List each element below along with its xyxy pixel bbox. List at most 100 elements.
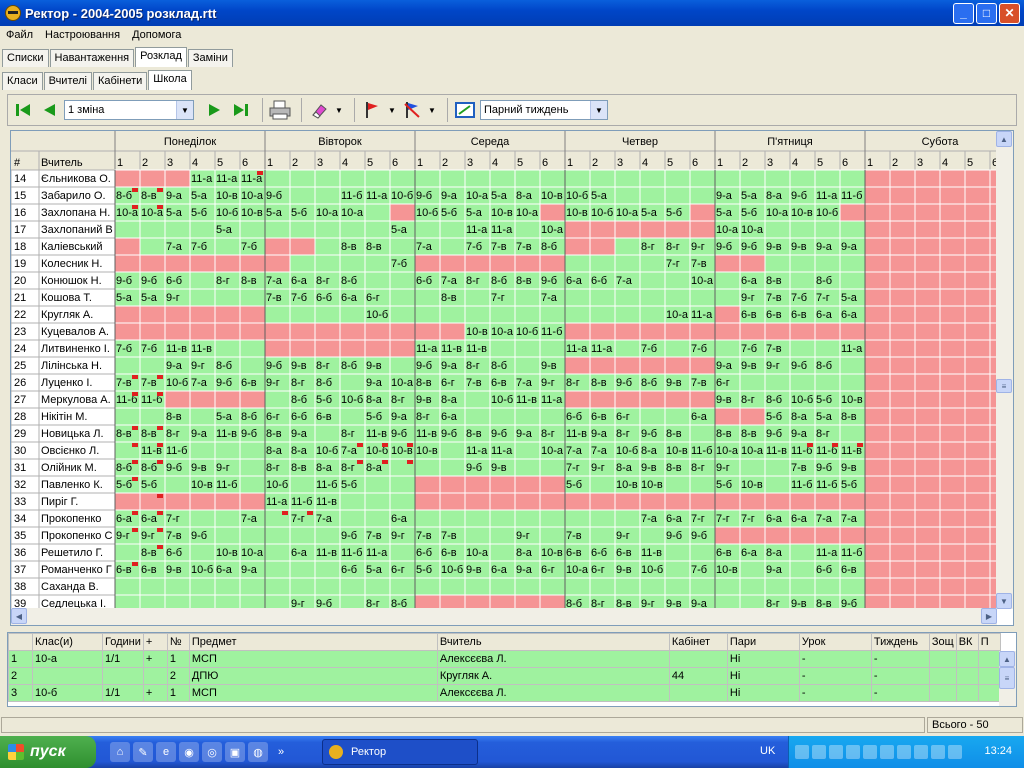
schedule-cell[interactable]: [714, 322, 741, 341]
schedule-cell[interactable]: [939, 441, 966, 460]
close-button[interactable]: ✕: [999, 2, 1020, 24]
taskbar-task-rektor[interactable]: Ректор: [322, 739, 478, 765]
schedule-cell[interactable]: [514, 458, 541, 477]
schedule-cell[interactable]: [264, 237, 291, 256]
schedule-cell[interactable]: [364, 492, 391, 511]
schedule-cell[interactable]: [139, 407, 166, 426]
schedule-cell[interactable]: [189, 288, 216, 307]
quicklaunch-media-icon[interactable]: ◉: [179, 742, 199, 762]
schedule-cell[interactable]: [339, 305, 366, 324]
schedule-cell[interactable]: [189, 305, 216, 324]
schedule-cell[interactable]: [839, 356, 866, 375]
schedule-cell[interactable]: [839, 169, 866, 188]
schedule-cell[interactable]: [864, 322, 891, 341]
schedule-cell[interactable]: [114, 322, 141, 341]
schedule-cell[interactable]: [739, 322, 766, 341]
schedule-cell[interactable]: [889, 322, 916, 341]
schedule-cell[interactable]: [964, 560, 991, 579]
schedule-cell[interactable]: [889, 441, 916, 460]
schedule-cell[interactable]: [539, 475, 566, 494]
schedule-cell[interactable]: [264, 390, 291, 409]
col-header-week[interactable]: Тиждень: [870, 633, 930, 651]
schedule-cell[interactable]: [239, 220, 266, 239]
menu-help[interactable]: Допомога: [126, 29, 187, 41]
schedule-cell[interactable]: [139, 169, 166, 188]
schedule-cell[interactable]: [339, 492, 366, 511]
schedule-cell[interactable]: [689, 186, 716, 205]
schedule-cell[interactable]: [889, 271, 916, 290]
col-header-lesson[interactable]: Урок: [798, 633, 872, 651]
schedule-cell[interactable]: [939, 322, 966, 341]
schedule-cell[interactable]: [914, 254, 941, 273]
schedule-cell[interactable]: [289, 560, 316, 579]
schedule-cell[interactable]: [139, 577, 166, 596]
schedule-cell[interactable]: [914, 390, 941, 409]
schedule-cell[interactable]: [864, 305, 891, 324]
schedule-cell[interactable]: [539, 492, 566, 511]
schedule-cell[interactable]: [189, 390, 216, 409]
schedule-cell[interactable]: [614, 390, 641, 409]
schedule-cell[interactable]: [364, 322, 391, 341]
table-cell[interactable]: [928, 684, 957, 702]
schedule-cell[interactable]: [564, 237, 591, 256]
schedule-cell[interactable]: [114, 356, 141, 375]
schedule-cell[interactable]: [689, 475, 716, 494]
schedule-cell[interactable]: [764, 577, 791, 596]
schedule-cell[interactable]: [264, 322, 291, 341]
schedule-cell[interactable]: [639, 577, 666, 596]
schedule-cell[interactable]: [364, 339, 391, 358]
tray-network-icon[interactable]: [812, 745, 826, 759]
schedule-cell[interactable]: [589, 356, 616, 375]
schedule-cell[interactable]: [214, 322, 241, 341]
schedule-cell[interactable]: [164, 254, 191, 273]
schedule-cell[interactable]: [739, 373, 766, 392]
schedule-cell[interactable]: [589, 254, 616, 273]
tray-disk-icon[interactable]: [829, 745, 843, 759]
schedule-cell[interactable]: [564, 356, 591, 375]
schedule-cell[interactable]: [239, 305, 266, 324]
schedule-cell[interactable]: [914, 305, 941, 324]
schedule-cell[interactable]: [389, 339, 416, 358]
schedule-cell[interactable]: [114, 492, 141, 511]
schedule-cell[interactable]: [589, 526, 616, 545]
schedule-cell[interactable]: [264, 339, 291, 358]
schedule-cell[interactable]: [964, 577, 991, 596]
schedule-cell[interactable]: [789, 169, 816, 188]
schedule-cell[interactable]: [364, 509, 391, 528]
schedule-cell[interactable]: [414, 322, 441, 341]
schedule-cell[interactable]: [464, 407, 491, 426]
schedule-cell[interactable]: [614, 322, 641, 341]
schedule-cell[interactable]: [614, 356, 641, 375]
schedule-cell[interactable]: [214, 339, 241, 358]
schedule-cell[interactable]: [564, 492, 591, 511]
schedule-cell[interactable]: [614, 169, 641, 188]
schedule-cell[interactable]: [739, 577, 766, 596]
schedule-cell[interactable]: [864, 390, 891, 409]
schedule-cell[interactable]: [714, 526, 741, 545]
col-header-pairs[interactable]: Пари: [726, 633, 800, 651]
week-toggle-button[interactable]: [454, 99, 476, 121]
schedule-cell[interactable]: [914, 492, 941, 511]
schedule-cell[interactable]: [914, 560, 941, 579]
schedule-cell[interactable]: [889, 560, 916, 579]
schedule-cell[interactable]: [789, 560, 816, 579]
schedule-cell[interactable]: [639, 288, 666, 307]
schedule-cell[interactable]: [939, 424, 966, 443]
schedule-cell[interactable]: [214, 237, 241, 256]
schedule-cell[interactable]: [439, 322, 466, 341]
schedule-cell[interactable]: [964, 203, 991, 222]
schedule-cell[interactable]: [514, 577, 541, 596]
schedule-cell[interactable]: [414, 169, 441, 188]
schedule-cell[interactable]: [114, 254, 141, 273]
schedule-cell[interactable]: [514, 407, 541, 426]
schedule-cell[interactable]: [489, 526, 516, 545]
schedule-cell[interactable]: [264, 560, 291, 579]
schedule-cell[interactable]: [889, 526, 916, 545]
schedule-cell[interactable]: [964, 543, 991, 562]
schedule-cell[interactable]: [889, 237, 916, 256]
quicklaunch-network-icon[interactable]: ⌂: [110, 742, 130, 762]
tray-app-icon[interactable]: [948, 745, 962, 759]
schedule-cell[interactable]: [539, 577, 566, 596]
schedule-cell[interactable]: [189, 594, 216, 609]
schedule-cell[interactable]: [564, 288, 591, 307]
